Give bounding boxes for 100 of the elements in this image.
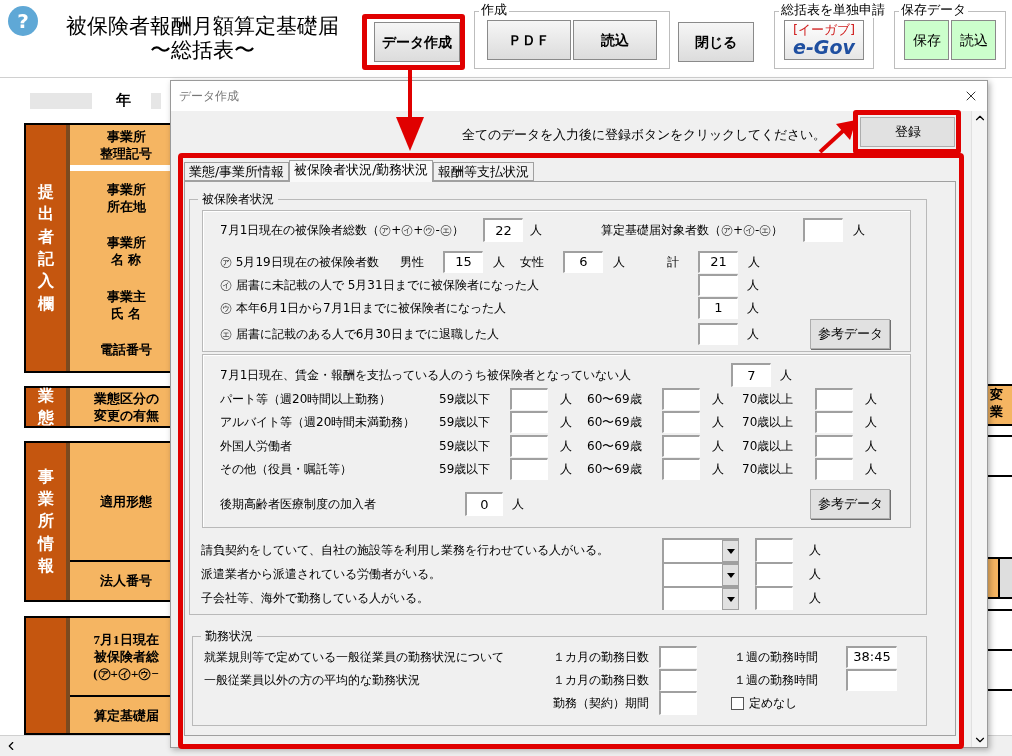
field-label: 60〜69歳 — [587, 414, 642, 432]
scrollbar[interactable] — [971, 111, 987, 747]
input-field[interactable] — [755, 586, 793, 610]
dropdown[interactable] — [662, 562, 739, 586]
input-field[interactable] — [510, 387, 548, 410]
field-label: 計 — [667, 253, 679, 271]
input-field[interactable]: 7 — [731, 363, 771, 387]
input-field[interactable] — [815, 387, 853, 410]
unit-label: 人 — [560, 390, 572, 408]
input-field[interactable] — [698, 323, 738, 345]
reference-data-button[interactable]: 参考データ — [810, 489, 890, 519]
field-label: １週の勤務時間 — [734, 671, 818, 689]
tab[interactable]: 被保険者状況/勤務状況 — [289, 160, 434, 182]
unit-label: 人 — [747, 326, 759, 343]
reference-data-button[interactable]: 参考データ — [810, 319, 890, 349]
section-label: 業態 — [38, 385, 54, 428]
unit-label: 人 — [865, 414, 877, 432]
input-field[interactable] — [698, 273, 738, 296]
sheet-label: 事業所 — [106, 180, 146, 198]
input-field[interactable] — [662, 458, 700, 481]
dialog-title: データ作成 — [179, 88, 239, 105]
toolbar-button[interactable]: 読込 — [951, 20, 996, 60]
field-label: 59歳以下 — [439, 461, 491, 479]
section-label: 提出者記入欄 — [38, 181, 54, 314]
unit-label: 人 — [780, 367, 792, 384]
sheet-label: 事業所 — [106, 128, 146, 145]
input-field[interactable]: 15 — [443, 250, 483, 273]
sheet-label: 変更の有無 — [93, 407, 159, 424]
input-field[interactable] — [803, 218, 843, 242]
input-field[interactable] — [755, 562, 793, 586]
field-label: 外国人労働者 — [220, 437, 292, 455]
unit-label: 人 — [809, 590, 821, 607]
sheet-label: 法人番号 — [100, 572, 152, 590]
page-title: 〜総括表〜 — [149, 38, 255, 62]
input-field[interactable]: 0 — [465, 492, 503, 516]
input-field[interactable] — [510, 411, 548, 434]
input-field[interactable] — [662, 411, 700, 434]
checkbox-label: 定めなし — [749, 695, 797, 712]
input-field[interactable] — [659, 691, 697, 715]
tab[interactable]: 報酬等支払状況 — [433, 162, 535, 181]
redacted-field — [151, 92, 161, 109]
unit-label: 人 — [712, 390, 724, 408]
input-field[interactable]: 38:45 — [846, 645, 897, 668]
field-label: パート等（週20時間以上勤務） — [220, 390, 392, 408]
sheet-label: 業態区分の — [93, 390, 159, 407]
input-field[interactable] — [510, 458, 548, 481]
field-label: 一般従業員以外の方の平均的な勤務状況 — [204, 671, 420, 689]
redacted-field — [30, 92, 92, 109]
sheet-label: 氏 名 — [111, 304, 141, 322]
caret-icon — [726, 572, 735, 578]
year-label: 年 — [116, 91, 131, 111]
input-field[interactable]: 6 — [563, 250, 603, 273]
field-label: 算定基礎届対象者数（㋐+㋑-㋓） — [601, 222, 784, 239]
toolbar-button[interactable]: データ作成 — [374, 22, 460, 62]
sheet-label: 整理記号 — [100, 145, 152, 162]
unit-label: 人 — [712, 461, 724, 479]
group-label: 総括表を単独申請 — [779, 2, 887, 18]
input-field[interactable] — [659, 668, 697, 691]
toolbar-button[interactable]: 読込 — [573, 20, 657, 60]
egov-logo-button[interactable]: [イーガブ] e-Gov — [784, 20, 864, 60]
unit-label: 人 — [512, 496, 524, 513]
input-field[interactable] — [815, 434, 853, 457]
field-label: 70歳以上 — [742, 414, 794, 432]
tab[interactable]: 業態/事業所情報 — [184, 162, 290, 181]
input-field[interactable] — [659, 645, 697, 668]
sheet-cell: 変 業 — [988, 384, 1012, 426]
input-field[interactable] — [755, 538, 793, 562]
input-field[interactable] — [815, 411, 853, 434]
sheet-cell — [1000, 559, 1012, 597]
toolbar-button[interactable]: 保存 — [904, 20, 949, 60]
field-label: 59歳以下 — [439, 437, 491, 455]
group-title: 被保険者状況 — [201, 191, 275, 208]
field-label: 後期高齢者医療制度の加入者 — [220, 496, 376, 513]
sheet-label: 被保険者総 — [93, 648, 159, 666]
dropdown[interactable] — [662, 586, 739, 610]
caret-icon — [726, 596, 735, 602]
group-label: 作成 — [479, 2, 509, 18]
input-field[interactable]: 22 — [483, 218, 523, 242]
sheet-label: (㋐+㋑+㋒− — [93, 665, 159, 683]
checkbox[interactable] — [731, 696, 744, 710]
unit-label: 人 — [747, 276, 759, 294]
field-label: １カ月の勤務日数 — [553, 648, 649, 666]
field-label: 請負契約をしていて、自社の施設等を利用し業務を行わせている人がいる。 — [201, 542, 609, 559]
unit-label: 人 — [493, 253, 505, 271]
sheet-label: 算定基礎届 — [93, 706, 159, 724]
toolbar-button[interactable]: 閉じる — [678, 22, 754, 62]
unit-label: 人 — [530, 222, 542, 239]
dropdown[interactable] — [662, 538, 739, 562]
field-label: 7月1日現在の被保険者総数（㋐+㋑+㋒-㋓） — [220, 222, 464, 239]
unit-label: 人 — [560, 414, 572, 432]
input-field[interactable] — [662, 434, 700, 457]
input-field[interactable] — [662, 387, 700, 410]
input-field[interactable]: 1 — [698, 296, 738, 319]
input-field[interactable] — [815, 458, 853, 481]
register-button[interactable]: 登録 — [860, 117, 956, 147]
input-field[interactable] — [846, 668, 897, 691]
input-field[interactable] — [510, 434, 548, 457]
input-field[interactable]: 21 — [698, 250, 738, 273]
toolbar-button[interactable]: ＰＤＦ — [487, 20, 571, 60]
field-label: 就業規則等で定めている一般従業員の勤務状況について — [204, 648, 504, 666]
